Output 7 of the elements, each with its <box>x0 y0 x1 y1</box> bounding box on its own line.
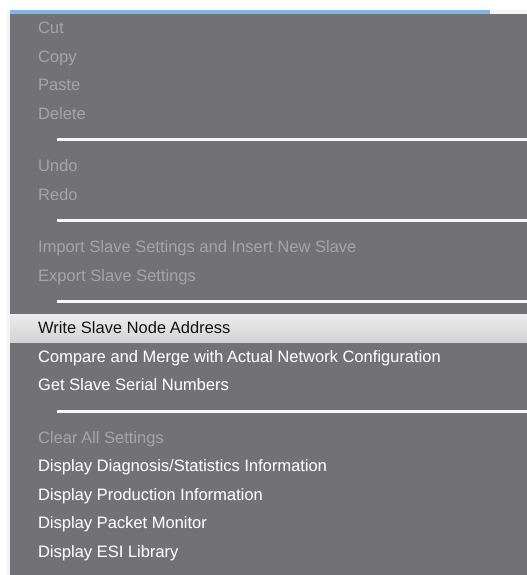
menu-item[interactable]: Display Packet Monitor <box>10 509 527 538</box>
menu-item[interactable]: Compare and Merge with Actual Network Configuration <box>10 342 527 371</box>
menu-item[interactable]: Display Diagnosis/Statistics Information <box>10 452 527 480</box>
menu-item[interactable]: Display Production Information <box>10 480 527 509</box>
menu-item[interactable]: Write Slave Node Address <box>10 314 527 342</box>
menu-item[interactable]: Display ESI Library <box>10 538 527 566</box>
menu-item[interactable]: Get Slave Serial Numbers <box>10 371 527 400</box>
